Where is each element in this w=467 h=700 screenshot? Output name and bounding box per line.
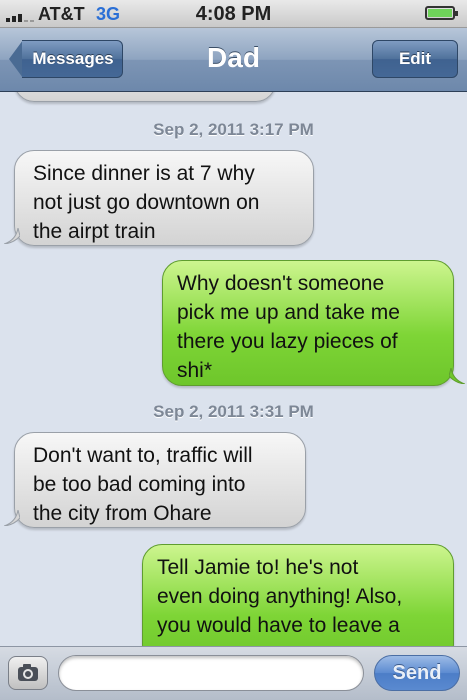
clock: 4:08 PM [195, 3, 272, 25]
bubble-tail-icon [449, 368, 465, 384]
message-bubble-incoming-partial [14, 92, 276, 102]
message-line: Why doesn't someone [177, 272, 385, 295]
message-line: the city from Ohare [33, 502, 212, 525]
message-input[interactable] [58, 655, 364, 691]
navigation-bar: Messages Dad Edit [0, 28, 467, 92]
message-line: you would have to leave a [157, 614, 400, 637]
message-line: the airpt train [33, 220, 156, 243]
camera-button[interactable] [8, 656, 48, 690]
message-thread[interactable]: Sep 2, 2011 3:17 PM Since dinner is at 7… [0, 92, 467, 646]
message-line: shi* [177, 359, 213, 382]
message-bubble-incoming[interactable]: Don't want to, traffic will be too bad c… [14, 432, 306, 528]
bubble-tail-icon [4, 510, 20, 526]
timestamp: Sep 2, 2011 3:31 PM [153, 402, 314, 421]
compose-bar: Send [0, 646, 467, 700]
timestamp: Sep 2, 2011 3:17 PM [153, 120, 314, 139]
bubble-tail-icon [4, 228, 20, 244]
battery-icon [425, 6, 458, 20]
message-line: Don't want to, traffic will [33, 444, 253, 467]
edit-button[interactable]: Edit [372, 40, 458, 78]
send-button[interactable]: Send [374, 655, 460, 691]
camera-icon [18, 664, 38, 681]
message-bubble-outgoing[interactable]: Tell Jamie to! he's not even doing anyth… [142, 544, 454, 646]
message-bubble-outgoing[interactable]: Why doesn't someone pick me up and take … [162, 260, 454, 386]
message-line: not just go downtown on [33, 191, 260, 214]
message-line: even doing anything! Also, [157, 585, 403, 608]
message-line: be too bad coming into [33, 473, 246, 496]
message-bubble-incoming[interactable]: Since dinner is at 7 why not just go dow… [14, 150, 314, 246]
message-line: Tell Jamie to! he's not [157, 556, 359, 579]
message-line: Since dinner is at 7 why [33, 162, 255, 185]
status-bar: AT&T 3G 4:08 PM [0, 0, 467, 28]
message-line: there you lazy pieces of [177, 330, 398, 353]
message-line: pick me up and take me [177, 301, 400, 324]
